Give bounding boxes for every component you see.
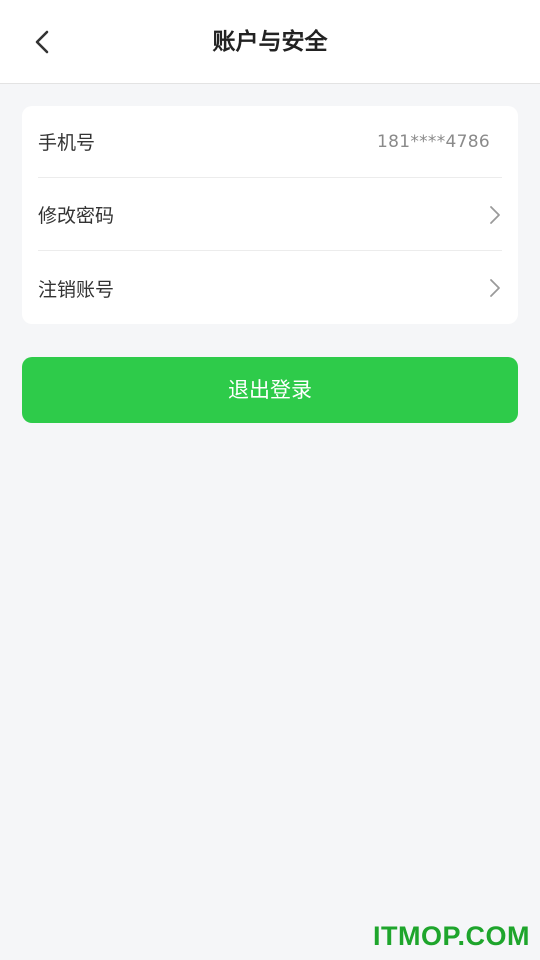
chevron-right-icon	[488, 277, 502, 299]
phone-number-value: 181****4786	[376, 131, 490, 152]
page-title: 账户与安全	[212, 29, 328, 55]
account-settings-card: 手机号 181****4786 修改密码 注销账号	[22, 106, 518, 324]
change-password-row[interactable]: 修改密码	[38, 179, 502, 251]
cancel-account-row[interactable]: 注销账号	[38, 252, 502, 324]
change-password-label: 修改密码	[38, 205, 115, 227]
watermark-logo: ITMOP.COM	[372, 921, 530, 951]
top-bar: 账户与安全	[0, 0, 540, 84]
phone-number-label: 手机号	[38, 132, 96, 154]
chevron-right-icon	[488, 204, 502, 226]
phone-number-row: 手机号 181****4786	[38, 106, 502, 178]
logout-button[interactable]: 退出登录	[22, 357, 518, 423]
cancel-account-label: 注销账号	[38, 278, 115, 301]
